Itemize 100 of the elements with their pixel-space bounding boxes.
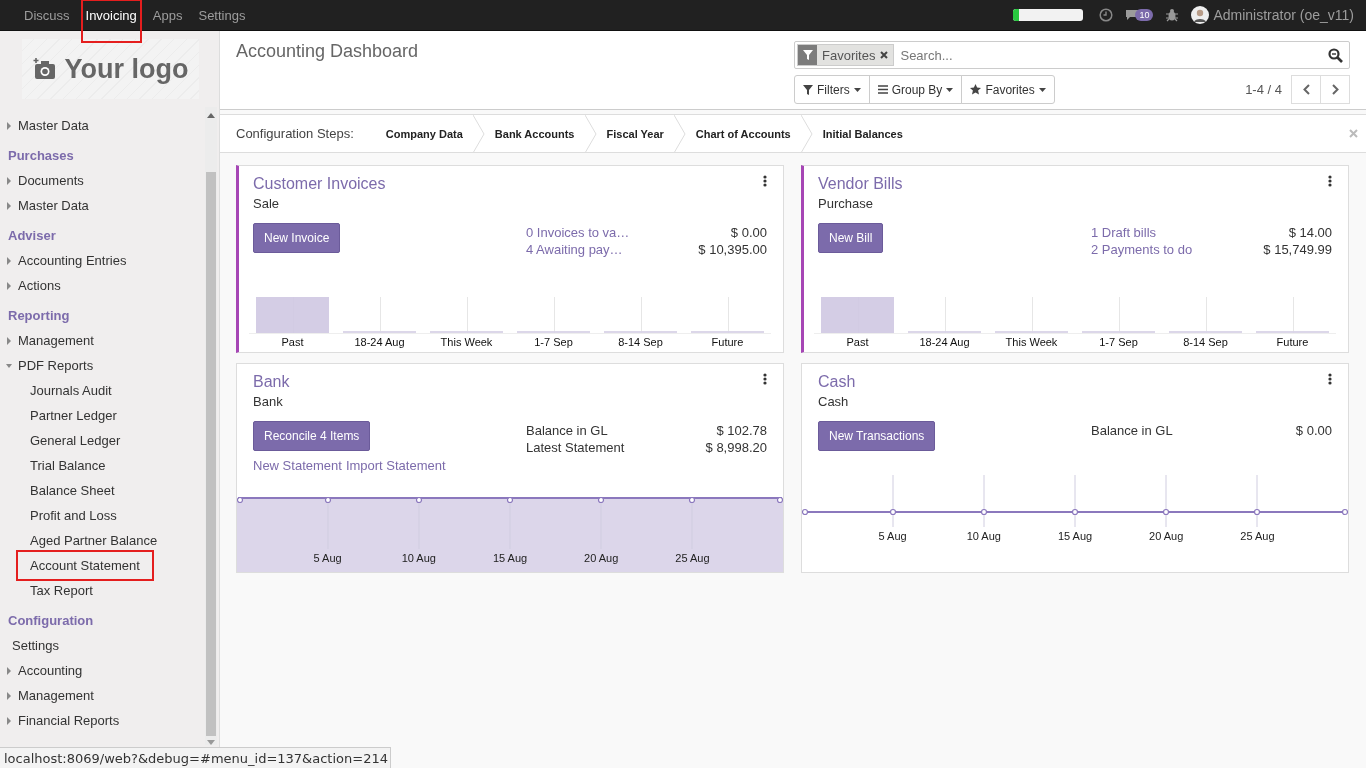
scroll-up-icon[interactable]: [207, 113, 215, 118]
summary-link[interactable]: 1 Draft bills: [1091, 225, 1157, 240]
submenu-item[interactable]: Profit and Loss: [18, 502, 129, 529]
menu-item[interactable]: Management: [0, 328, 205, 353]
chart-axis-label: Future: [710, 336, 745, 348]
chart-axis-label: 8-14 Sep: [1182, 336, 1229, 348]
camera-icon: [32, 58, 57, 80]
chart-axis-label: 20 Aug: [1148, 530, 1185, 542]
menu-item[interactable]: Master Data: [0, 193, 205, 218]
scrollbar[interactable]: [205, 107, 217, 745]
next-button[interactable]: [1320, 75, 1350, 104]
submenu-item[interactable]: Aged Partner Balance: [18, 527, 170, 554]
configuration-step-link[interactable]: Chart of Accounts: [685, 127, 801, 140]
submenu-item[interactable]: Trial Balance: [18, 452, 118, 479]
chart-axis-label: 15 Aug: [491, 552, 529, 564]
summary-amount: $ 8,998.20: [705, 440, 767, 455]
search-option-button[interactable]: Filters: [794, 75, 870, 104]
search-field[interactable]: Favorites Search...: [794, 41, 1350, 69]
chart-point: [889, 508, 897, 516]
submenu-item[interactable]: Account Statement: [18, 552, 152, 579]
more-options-icon[interactable]: [1328, 373, 1332, 385]
primary-action-button[interactable]: New Invoice: [253, 223, 341, 253]
previous-button[interactable]: [1291, 75, 1321, 104]
caret-right-icon: [6, 691, 12, 700]
summary-amount: $ 10,395.00: [698, 242, 767, 257]
caret-down-icon: [6, 361, 12, 370]
summary-link[interactable]: 4 Awaiting pay…: [526, 242, 623, 257]
clock-icon[interactable]: [1099, 8, 1114, 22]
chart-axis-label: 15 Aug: [1056, 530, 1094, 542]
primary-action-button[interactable]: Reconcile 4 Items: [253, 421, 371, 451]
configuration-step-link[interactable]: Bank Accounts: [484, 127, 585, 140]
page-title: Accounting Dashboard: [236, 41, 419, 62]
configuration-step-link[interactable]: Fiscal Year: [596, 127, 674, 140]
user-name[interactable]: Administrator (oe_v11): [1213, 7, 1354, 23]
journal-type: Purchase: [818, 196, 874, 211]
avatar-icon[interactable]: [1191, 6, 1210, 24]
search-icon[interactable]: [1328, 47, 1343, 63]
journal-type: Cash: [818, 394, 850, 409]
chart-axis-label: Past: [845, 336, 870, 348]
more-options-icon[interactable]: [1328, 175, 1332, 187]
caret-right-icon: [6, 666, 12, 675]
chart-point: [415, 497, 423, 504]
menu-item[interactable]: Actions: [0, 273, 205, 298]
caret-down-icon: [853, 87, 861, 92]
bug-icon[interactable]: [1165, 8, 1180, 22]
company-logo[interactable]: Your logo: [22, 39, 199, 99]
primary-action-button[interactable]: New Transactions: [818, 421, 936, 451]
message-count-badge: 10: [1135, 9, 1154, 21]
configuration-step-link[interactable]: Initial Balances: [812, 127, 913, 140]
primary-action-button[interactable]: New Bill: [818, 223, 884, 253]
statement-link[interactable]: New Statement: [253, 458, 342, 473]
configuration-step-link[interactable]: Company Data: [375, 127, 473, 140]
remove-icon[interactable]: [880, 51, 889, 59]
search-facet[interactable]: Favorites: [797, 44, 895, 66]
caret-down-icon: [946, 87, 954, 92]
list-icon: [877, 85, 888, 94]
submenu-item[interactable]: Journals Audit: [18, 377, 124, 404]
app-menu-item[interactable]: Discuss: [16, 0, 78, 31]
menu-item[interactable]: Management: [0, 683, 205, 708]
summary-link[interactable]: 0 Invoices to va…: [526, 225, 630, 240]
search-option-button[interactable]: Favorites: [961, 75, 1055, 104]
chart-axis-label: 1-7 Sep: [533, 336, 574, 348]
submenu-item[interactable]: Partner Ledger: [18, 402, 129, 429]
summary-link[interactable]: 2 Payments to do: [1091, 242, 1193, 257]
journal-title[interactable]: Customer Invoices: [253, 175, 386, 193]
caret-right-icon: [6, 176, 12, 185]
app-menu-item[interactable]: Apps: [144, 0, 191, 31]
menu-item[interactable]: Accounting: [0, 658, 205, 683]
chart-axis-label: 5 Aug: [312, 552, 343, 564]
search-option-button[interactable]: Group By: [868, 75, 963, 104]
chart-point: [1253, 508, 1261, 516]
chart-axis-label: 10 Aug: [400, 552, 437, 564]
journal-title[interactable]: Bank: [253, 373, 290, 391]
statement-link[interactable]: Import Statement: [345, 458, 446, 473]
menu-item[interactable]: Master Data: [0, 113, 205, 138]
pager-value[interactable]: 1-4 / 4: [1245, 82, 1282, 97]
chart-axis-label: This Week: [439, 336, 494, 348]
menu-item[interactable]: PDF Reports: [0, 353, 205, 378]
app-menu-item[interactable]: Settings: [190, 0, 254, 31]
chart-axis-label: Past: [280, 336, 305, 348]
journal-title[interactable]: Vendor Bills: [818, 175, 903, 193]
submenu-item[interactable]: Balance Sheet: [18, 477, 127, 504]
chart-axis-label: 18-24 Aug: [353, 336, 406, 348]
menu-item[interactable]: Documents: [0, 168, 205, 193]
more-options-icon[interactable]: [763, 175, 767, 187]
app-menu-item[interactable]: Invoicing: [81, 0, 141, 42]
summary-amount: $ 14.00: [1288, 225, 1332, 240]
chart-point: [1162, 508, 1170, 516]
menu-item[interactable]: Accounting Entries: [0, 248, 205, 273]
summary-label: Balance in GL: [1091, 423, 1173, 438]
menu-section-heading: Reporting: [7, 307, 71, 325]
submenu-item[interactable]: General Ledger: [18, 427, 133, 454]
journal-title[interactable]: Cash: [818, 373, 856, 391]
submenu-item[interactable]: Tax Report: [18, 577, 105, 604]
summary-amount: $ 0.00: [1295, 423, 1332, 438]
chevron-right-icon: [1331, 84, 1339, 95]
menu-item[interactable]: Settings: [0, 633, 205, 658]
more-options-icon[interactable]: [763, 373, 767, 385]
menu-item[interactable]: Financial Reports: [0, 708, 205, 733]
filter-icon: [802, 50, 813, 60]
